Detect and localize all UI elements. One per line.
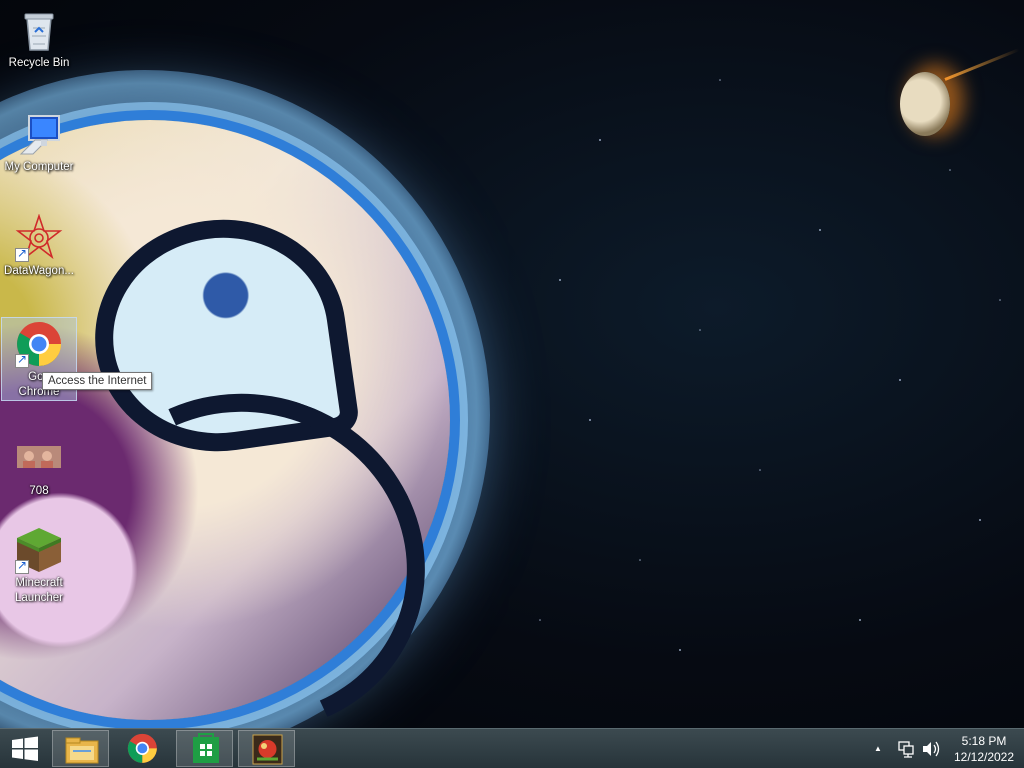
speaker-icon: [923, 741, 940, 757]
app-icon: [252, 734, 283, 765]
computer-icon: [15, 110, 63, 158]
chrome-icon: [127, 733, 157, 763]
taskbar-file-explorer-button[interactable]: [52, 730, 109, 767]
taskbar-app-button[interactable]: [238, 730, 295, 767]
windows-store-icon: [193, 733, 219, 763]
show-hidden-icons-button[interactable]: ▲: [874, 729, 882, 768]
desktop-icon-708[interactable]: 708: [1, 434, 77, 499]
desktop[interactable]: Recycle Bin My Computer DataWa: [0, 0, 1024, 768]
desktop-icon-my-computer[interactable]: My Computer: [1, 110, 77, 175]
minecraft-icon: [15, 526, 63, 574]
desktop-icon-label: 708: [29, 485, 49, 497]
shortcut-arrow-icon: [15, 246, 29, 262]
taskbar[interactable]: ▲ 5:18 PM 12/12/2022: [0, 728, 1024, 768]
desktop-icon-minecraft-launcher[interactable]: Minecraft Launcher: [1, 526, 77, 606]
desktop-icon-label: Recycle Bin: [8, 57, 70, 69]
chrome-icon: [15, 320, 63, 368]
tooltip: Access the Internet: [42, 372, 153, 390]
desktop-icon-datawagon[interactable]: DataWagon...: [1, 213, 77, 279]
taskbar-chrome-button[interactable]: [114, 730, 171, 767]
clock-time: 5:18 PM: [961, 734, 1007, 748]
network-icon: [898, 741, 914, 758]
taskbar-store-button[interactable]: [176, 730, 233, 767]
start-button[interactable]: [0, 729, 50, 768]
recycle-bin-icon: [15, 6, 63, 54]
wallpaper-moon: [900, 72, 950, 136]
network-tray-button[interactable]: [896, 729, 916, 768]
windows-logo-icon: [12, 736, 38, 761]
clock-date: 12/12/2022: [953, 750, 1015, 764]
volume-tray-button[interactable]: [920, 729, 942, 768]
chevron-up-icon: ▲: [874, 744, 882, 753]
desktop-icon-recycle-bin[interactable]: Recycle Bin: [1, 6, 77, 71]
desktop-icon-label: Minecraft Launcher: [15, 577, 63, 604]
shortcut-arrow-icon: [15, 558, 29, 574]
image-file-icon: [15, 434, 63, 482]
file-explorer-icon: [65, 737, 99, 764]
datawagon-icon: [15, 213, 63, 262]
desktop-icon-label: My Computer: [4, 161, 74, 173]
desktop-icon-label: DataWagon...: [4, 265, 74, 277]
taskbar-clock[interactable]: 5:18 PM 12/12/2022: [944, 733, 1024, 765]
shortcut-arrow-icon: [15, 352, 29, 368]
